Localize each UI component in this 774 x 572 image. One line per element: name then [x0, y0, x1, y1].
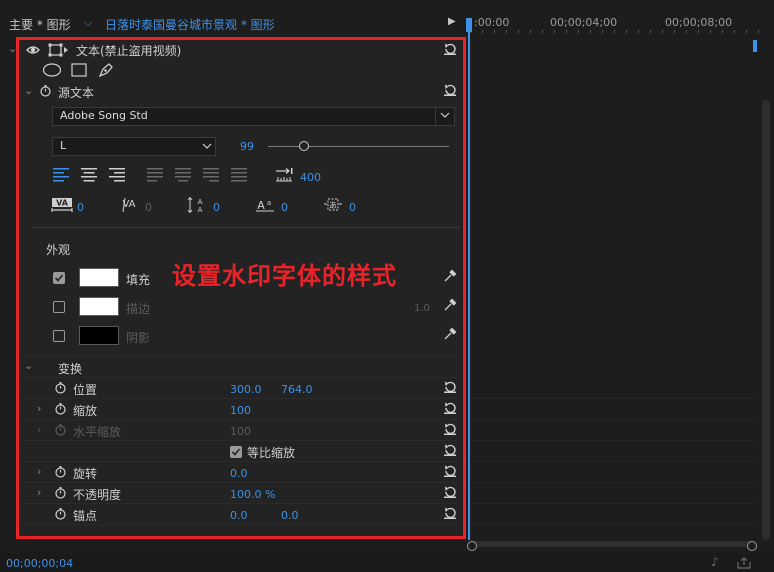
timeline-row-line	[470, 482, 756, 483]
audio-icon[interactable]: ♪	[711, 555, 719, 569]
end-marker	[753, 40, 757, 52]
footer-bar	[0, 553, 774, 572]
timecode-tick-0: :00:00	[474, 16, 510, 29]
highlight-box	[16, 37, 466, 539]
ruler-ticks	[470, 30, 760, 33]
timeline-row-line	[470, 398, 756, 399]
timeline-row-line	[470, 419, 756, 420]
sequence-tab[interactable]: 日落时泰国曼谷城市景观 * 图形	[105, 16, 275, 33]
export-icon[interactable]	[737, 557, 751, 569]
play-arrow-icon[interactable]: ▶	[448, 16, 456, 27]
master-clip-tab[interactable]: 主要 * 图形	[9, 16, 71, 33]
timeline-row-line	[470, 461, 756, 462]
timeline-row-line	[470, 440, 756, 441]
scroll-handle-right[interactable]	[747, 541, 757, 551]
vertical-scrollbar[interactable]	[762, 100, 770, 540]
timecode-tick-8: 00;00;08;00	[665, 16, 733, 29]
current-timecode[interactable]: 00;00;00;04	[6, 557, 73, 570]
playhead-line	[468, 30, 470, 540]
timecode-tick-4: 00;00;04;00	[550, 16, 618, 29]
timeline-row-line	[470, 503, 756, 504]
horizontal-scrollbar[interactable]	[470, 541, 754, 547]
timeline-row-line	[470, 524, 756, 525]
scroll-handle-left[interactable]	[467, 541, 477, 551]
tab-separator: ⌵	[84, 16, 93, 29]
